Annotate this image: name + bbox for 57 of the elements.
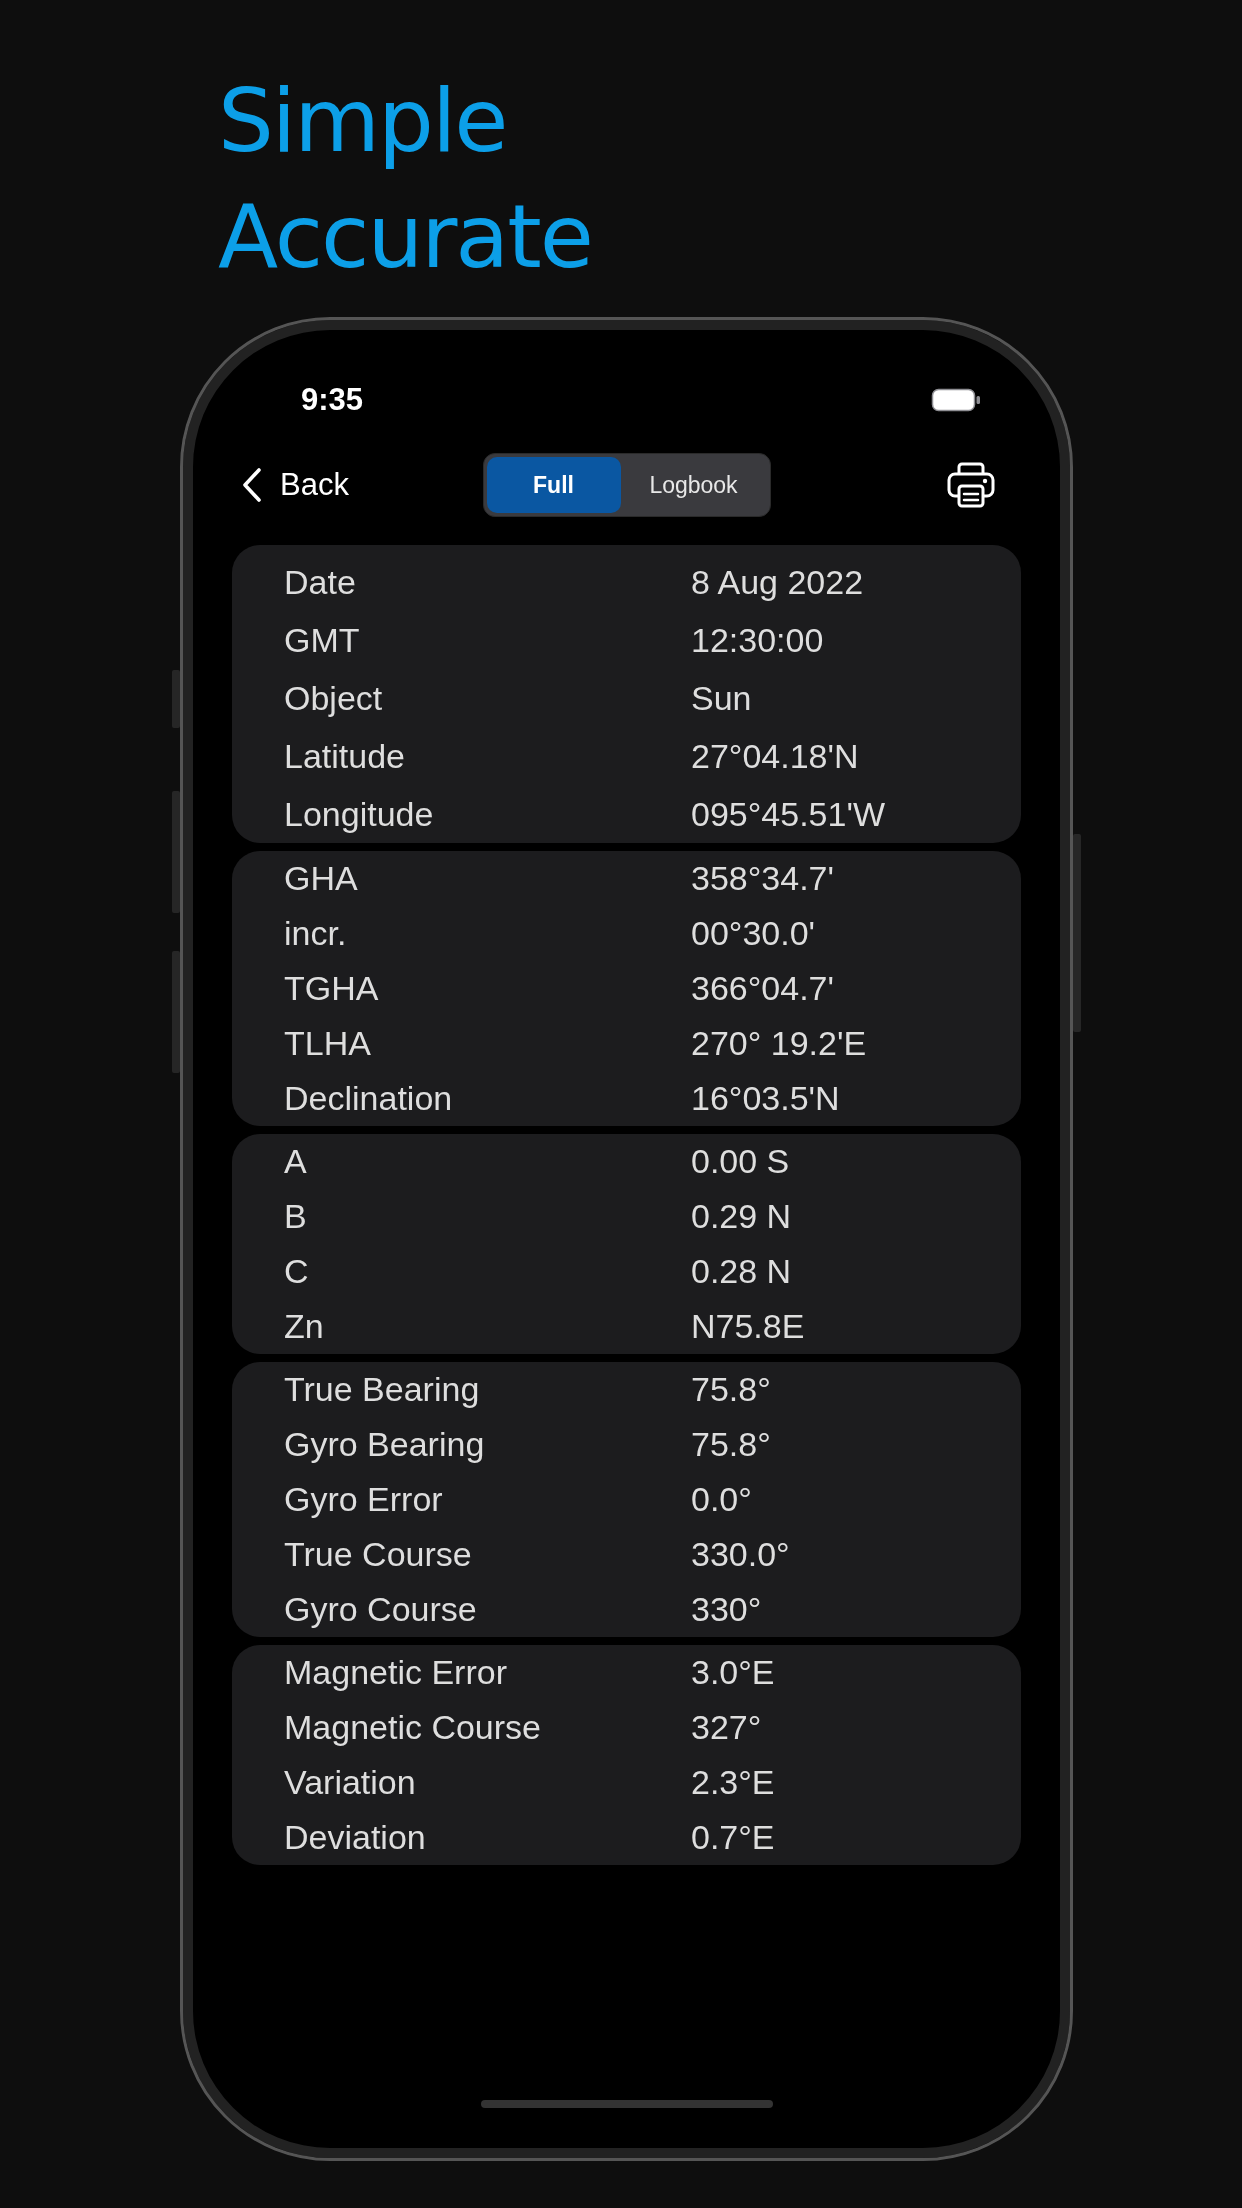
- row-label: Date: [284, 562, 356, 602]
- row-label: Latitude: [284, 736, 405, 776]
- row-label: GHA: [284, 859, 358, 898]
- phone-edge-key: [172, 670, 180, 728]
- row-value: 00°30.0': [691, 914, 816, 953]
- row-label: Deviation: [284, 1818, 426, 1857]
- row-label: Object: [284, 678, 383, 718]
- row-value: 3.0°E: [691, 1653, 775, 1692]
- row-label: Zn: [284, 1307, 324, 1346]
- row-value: 0.29 N: [691, 1197, 792, 1236]
- row-value: 2.3°E: [691, 1763, 775, 1802]
- row-label: Longitude: [284, 794, 434, 834]
- row-value: 330°: [691, 1590, 762, 1629]
- row-value: 270° 19.2'E: [691, 1024, 867, 1063]
- row-label: TGHA: [284, 969, 379, 1008]
- row-label: GMT: [284, 620, 360, 660]
- row-value: 0.0°: [691, 1480, 752, 1519]
- segment-tab[interactable]: Full: [486, 457, 621, 513]
- row-value: 12:30:00: [691, 620, 824, 660]
- battery-icon: [931, 388, 981, 412]
- status-time: 9:35: [301, 382, 364, 418]
- row-value: 0.28 N: [691, 1252, 792, 1291]
- row-value: 366°04.7': [691, 969, 834, 1008]
- row-label: Magnetic Error: [284, 1653, 507, 1692]
- row-label: True Bearing: [284, 1370, 480, 1409]
- row-label: TLHA: [284, 1024, 371, 1063]
- row-label: Declination: [284, 1079, 453, 1118]
- print-button[interactable]: [947, 462, 995, 508]
- row-label: Gyro Error: [284, 1480, 443, 1519]
- row-value: 27°04.18'N: [691, 736, 859, 776]
- row-value: 8 Aug 2022: [691, 562, 864, 602]
- row-value: 327°: [691, 1708, 762, 1747]
- chevron-left-icon: [242, 467, 262, 503]
- row-label: C: [284, 1252, 309, 1291]
- headline-text: Simple: [218, 68, 507, 174]
- row-label: Gyro Bearing: [284, 1425, 485, 1464]
- printer-icon: [947, 462, 995, 508]
- back-button[interactable]: Back: [242, 467, 349, 503]
- row-value: 095°45.51'W: [691, 794, 885, 834]
- row-value: 75.8°: [691, 1370, 771, 1409]
- row-label: B: [284, 1197, 307, 1236]
- row-label: Variation: [284, 1763, 416, 1802]
- row-value: 0.00 S: [691, 1142, 790, 1181]
- row-value: 16°03.5'N: [691, 1079, 840, 1118]
- row-value: 358°34.7': [691, 859, 834, 898]
- row-label: True Course: [284, 1535, 472, 1574]
- row-value: Sun: [691, 678, 752, 718]
- row-label: incr.: [284, 914, 347, 953]
- row-value: N75.8E: [691, 1307, 805, 1346]
- row-label: Gyro Course: [284, 1590, 477, 1629]
- row-label: Magnetic Course: [284, 1708, 541, 1747]
- row-label: A: [284, 1142, 307, 1181]
- headline-text: Accurate: [218, 184, 592, 290]
- row-value: 0.7°E: [691, 1818, 775, 1857]
- segment-tab[interactable]: Logbook: [620, 457, 767, 513]
- row-value: 75.8°: [691, 1425, 771, 1464]
- row-value: 330.0°: [691, 1535, 790, 1574]
